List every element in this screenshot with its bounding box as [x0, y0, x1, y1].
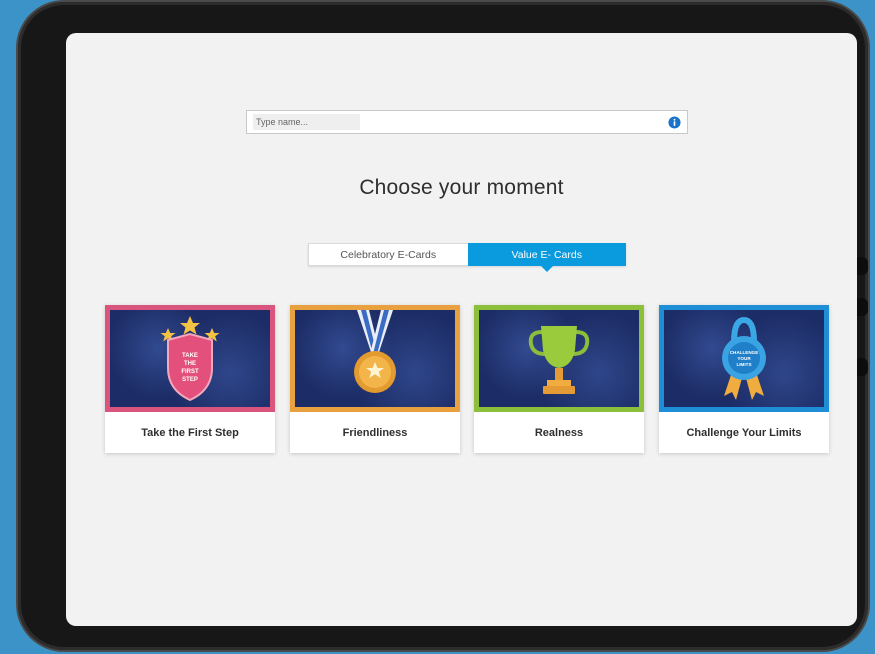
svg-text:THE: THE — [184, 361, 196, 367]
ecard-realness[interactable]: Realness — [474, 305, 644, 453]
ecard-type-tabs: Celebratory E-Cards Value E- Cards — [308, 243, 626, 272]
svg-text:STEP: STEP — [182, 377, 198, 383]
ecard-friendliness[interactable]: Friendliness — [290, 305, 460, 453]
info-icon[interactable] — [668, 116, 681, 129]
svg-text:FIRST: FIRST — [181, 369, 199, 375]
svg-text:CHALLENGE: CHALLENGE — [730, 350, 759, 355]
ecard-take-the-first-step[interactable]: TAKE THE FIRST STEP Take the First Step — [105, 305, 275, 453]
shield-stars-icon: TAKE THE FIRST STEP — [160, 316, 220, 402]
search-bar[interactable] — [246, 110, 688, 134]
tab-celebratory-ecards[interactable]: Celebratory E-Cards — [308, 243, 468, 266]
ecard-image: CHALLENGE YOUR LIMITS — [659, 305, 829, 412]
tab-value-ecards[interactable]: Value E- Cards — [467, 243, 626, 272]
kettlebell-icon: CHALLENGE YOUR LIMITS — [722, 316, 766, 400]
ecard-label: Friendliness — [342, 426, 408, 439]
name-search-input[interactable] — [253, 114, 360, 130]
ecard-image — [474, 305, 644, 412]
trophy-icon — [528, 326, 590, 394]
svg-text:TAKE: TAKE — [182, 353, 198, 359]
svg-text:YOUR: YOUR — [737, 356, 751, 361]
page-title: Choose your moment — [359, 176, 564, 199]
ecard-label: Realness — [534, 426, 584, 439]
svg-text:LIMITS: LIMITS — [736, 362, 751, 367]
ecard-image — [290, 305, 460, 412]
ecard-image: TAKE THE FIRST STEP — [105, 305, 275, 412]
ecard-challenge-your-limits[interactable]: CHALLENGE YOUR LIMITS Challenge Your Lim… — [659, 305, 829, 453]
app-screen: Choose your moment Celebratory E-Cards V… — [66, 33, 857, 626]
medal-icon — [354, 310, 396, 393]
tablet-frame: Choose your moment Celebratory E-Cards V… — [18, 2, 868, 650]
ecard-label: Challenge Your Limits — [686, 426, 802, 439]
ecard-label: Take the First Step — [141, 426, 239, 439]
